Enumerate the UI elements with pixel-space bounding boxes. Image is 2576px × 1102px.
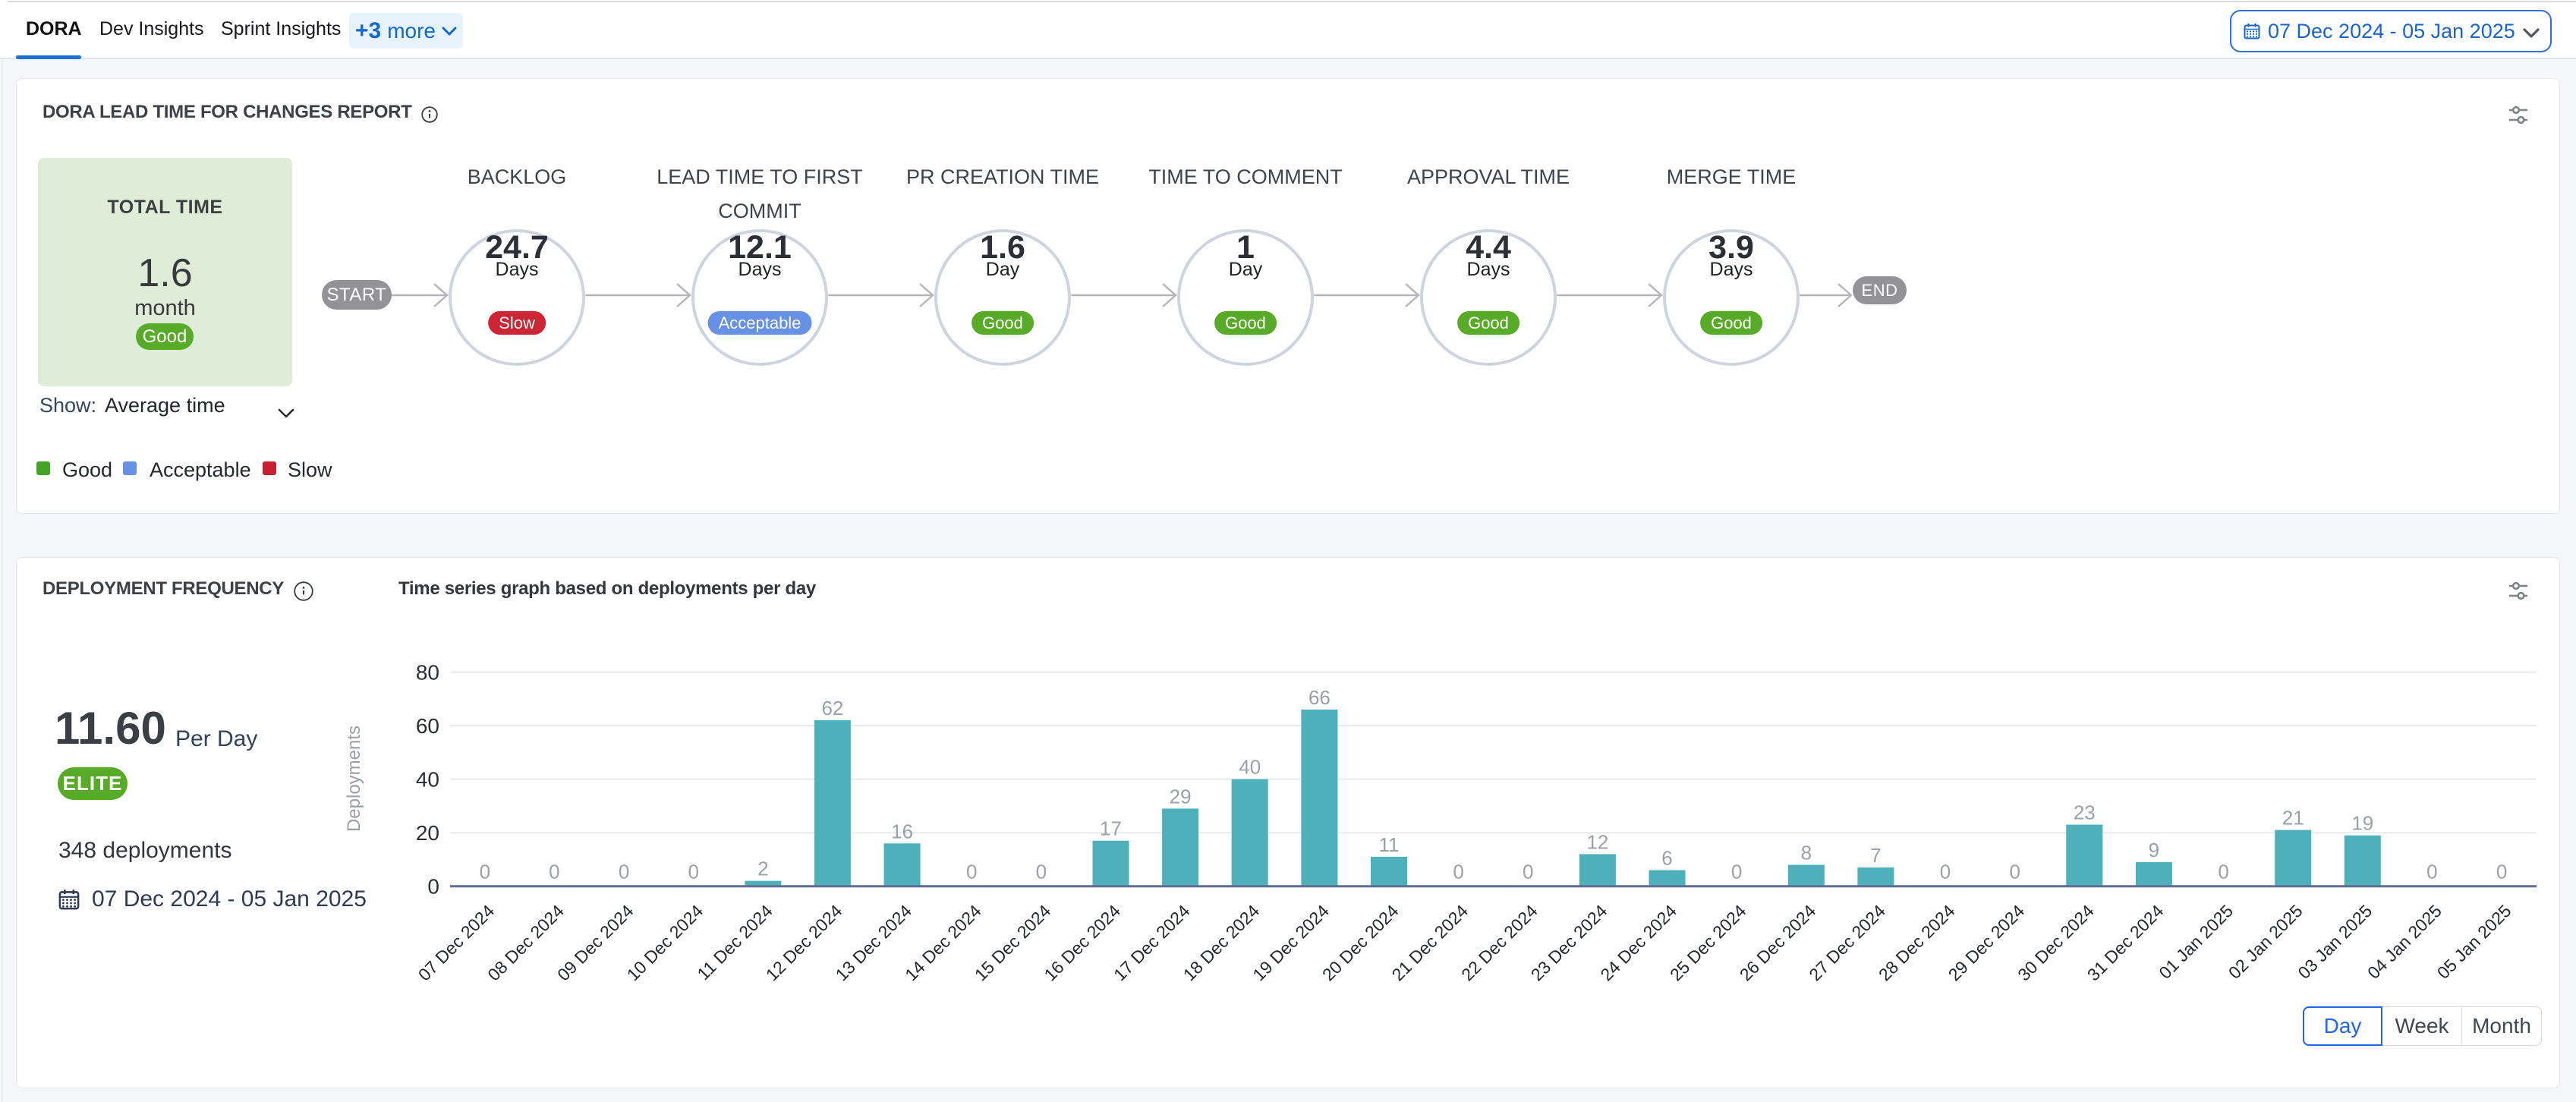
- svg-text:40: 40: [1239, 756, 1261, 779]
- svg-text:8: 8: [1801, 842, 1812, 864]
- svg-text:80: 80: [416, 661, 439, 685]
- svg-text:02 Jan 2025: 02 Jan 2025: [2225, 901, 2307, 983]
- svg-text:0: 0: [1731, 861, 1742, 883]
- svg-text:17: 17: [1100, 817, 1122, 840]
- svg-text:60: 60: [416, 714, 439, 738]
- svg-text:9: 9: [2149, 839, 2159, 861]
- svg-text:0: 0: [549, 861, 559, 883]
- svg-text:29: 29: [1170, 785, 1192, 808]
- svg-text:0: 0: [688, 861, 698, 883]
- svg-text:04 Jan 2025: 04 Jan 2025: [2363, 901, 2445, 983]
- svg-text:20: 20: [416, 821, 439, 845]
- svg-text:0: 0: [1523, 861, 1533, 883]
- svg-text:0: 0: [480, 861, 490, 883]
- svg-text:62: 62: [821, 697, 843, 719]
- svg-text:0: 0: [2009, 861, 2020, 883]
- svg-text:16: 16: [891, 820, 913, 842]
- svg-text:21: 21: [2282, 807, 2304, 830]
- svg-text:7: 7: [1870, 844, 1881, 867]
- svg-text:0: 0: [2218, 861, 2228, 883]
- svg-text:23: 23: [2074, 801, 2096, 824]
- svg-text:05 Jan 2025: 05 Jan 2025: [2433, 901, 2515, 983]
- svg-text:Deployments: Deployments: [344, 726, 364, 832]
- svg-text:11: 11: [1379, 833, 1400, 856]
- svg-text:0: 0: [2426, 861, 2437, 883]
- svg-text:0: 0: [966, 861, 977, 883]
- svg-text:0: 0: [427, 875, 439, 899]
- svg-text:40: 40: [416, 768, 439, 792]
- svg-text:19: 19: [2351, 812, 2373, 835]
- svg-text:2: 2: [757, 858, 768, 880]
- svg-text:0: 0: [1940, 861, 1951, 883]
- svg-text:12: 12: [1586, 830, 1608, 853]
- svg-text:0: 0: [1453, 861, 1463, 883]
- svg-text:0: 0: [2496, 861, 2507, 883]
- svg-text:0: 0: [1036, 861, 1047, 883]
- svg-text:01 Jan 2025: 01 Jan 2025: [2155, 901, 2237, 983]
- svg-text:0: 0: [619, 861, 629, 883]
- svg-text:66: 66: [1308, 686, 1331, 709]
- svg-text:6: 6: [1661, 847, 1672, 870]
- svg-text:03 Jan 2025: 03 Jan 2025: [2294, 901, 2376, 983]
